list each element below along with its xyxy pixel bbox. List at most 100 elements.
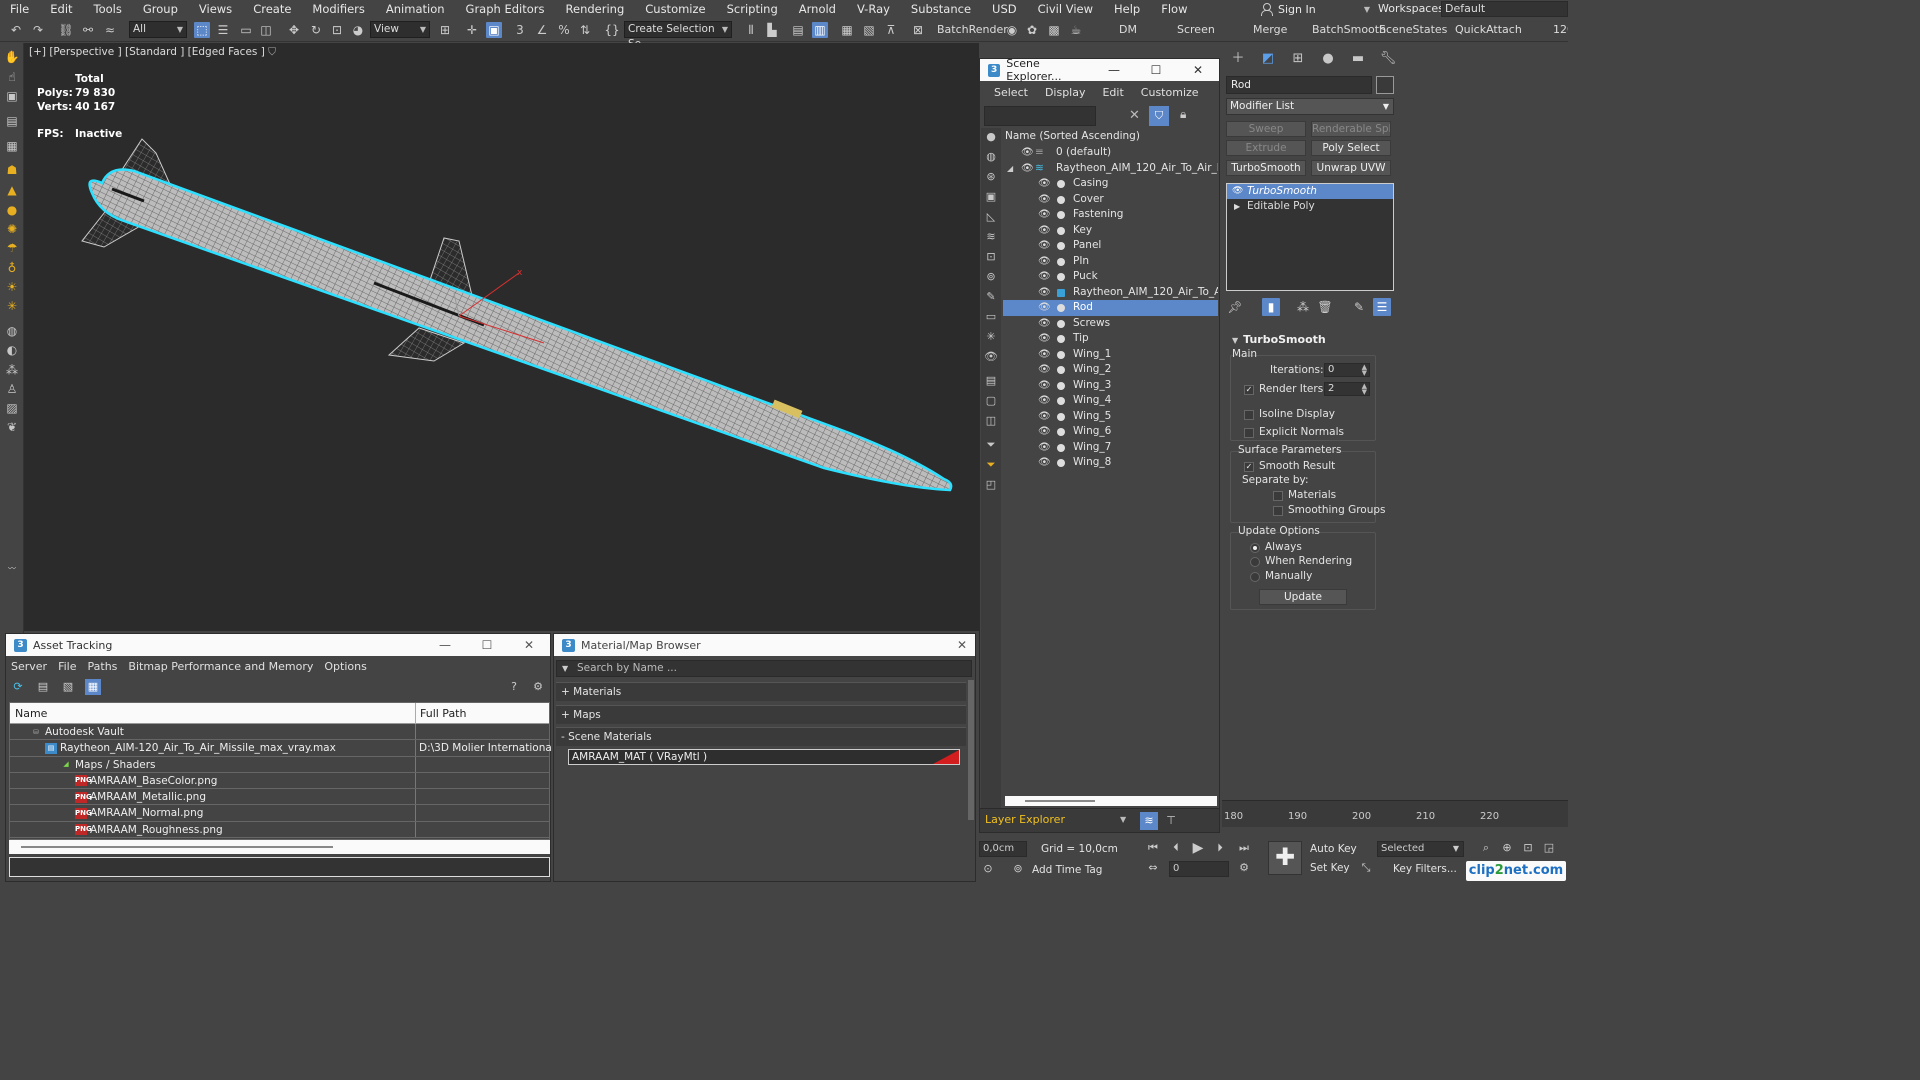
asset-table-row[interactable]: ▤ Raytheon_AIM-120_Air_To_Air_Missile_max… bbox=[10, 740, 551, 757]
eye-icon[interactable]: 👁︎ bbox=[1038, 440, 1051, 456]
minimize-icon[interactable]: — bbox=[1093, 63, 1135, 77]
eye-icon[interactable]: 👁︎ bbox=[1038, 238, 1051, 254]
scene-tree-header[interactable]: Name (Sorted Ascending) bbox=[1003, 128, 1218, 145]
pivot-center-icon[interactable]: ⊞ bbox=[437, 22, 453, 38]
scene-tree-row[interactable]: 👁︎ Panel bbox=[1003, 238, 1218, 254]
explicit-normals-checkbox[interactable] bbox=[1244, 428, 1254, 438]
motion-tab-icon[interactable]: ● bbox=[1318, 50, 1338, 68]
auto-key-button[interactable]: Auto Key bbox=[1310, 843, 1357, 855]
scenestates-button[interactable]: SceneStates bbox=[1379, 22, 1447, 38]
zoom-icon[interactable]: ⌕ bbox=[1479, 841, 1493, 855]
play-icon[interactable]: ▶ bbox=[1191, 840, 1205, 856]
help-icon[interactable]: ? bbox=[506, 679, 522, 695]
minimize-icon[interactable]: — bbox=[424, 638, 466, 652]
scale-icon[interactable]: ⊡ bbox=[329, 22, 345, 38]
select-none-icon[interactable]: ▢ bbox=[984, 394, 998, 408]
spinner-snap-icon[interactable]: ⇅ bbox=[577, 22, 593, 38]
expand-triangle-icon[interactable]: ▶ bbox=[1234, 199, 1240, 214]
menu-modifiers[interactable]: Modifiers bbox=[302, 0, 376, 18]
camera-icon[interactable]: ▣ bbox=[4, 89, 20, 103]
menu-rendering[interactable]: Rendering bbox=[556, 0, 636, 18]
display-tab-icon[interactable]: ▬ bbox=[1348, 50, 1368, 68]
eye-icon[interactable]: 👁︎ bbox=[1038, 409, 1051, 425]
align-icon[interactable]: ▙ bbox=[764, 22, 780, 38]
menu-create[interactable]: Create bbox=[243, 0, 302, 18]
category-materials[interactable]: + Materials bbox=[556, 682, 966, 701]
highlight-filter-icon[interactable]: ⏷ bbox=[984, 458, 998, 472]
window-crossing-icon[interactable]: ◫ bbox=[258, 22, 274, 38]
filter-icon[interactable]: ⛉ bbox=[1149, 106, 1169, 126]
time-configuration-icon[interactable]: ⚙︎ bbox=[1237, 861, 1251, 874]
eye-icon[interactable]: 👁︎ bbox=[1038, 192, 1051, 208]
scene-tree-row[interactable]: 👁︎ Tip bbox=[1003, 331, 1218, 347]
previous-frame-icon[interactable]: ⏴ bbox=[1169, 841, 1183, 855]
screen-button[interactable]: Screen bbox=[1177, 22, 1215, 38]
figure-icon[interactable]: ♙ bbox=[4, 382, 20, 396]
render-iters-checkbox[interactable]: ✓ bbox=[1244, 385, 1254, 395]
category-maps[interactable]: + Maps bbox=[556, 705, 966, 724]
batchrender-button[interactable]: BatchRender bbox=[937, 22, 1008, 38]
material-browser-titlebar[interactable]: 3 Material/Map Browser ✕ bbox=[554, 634, 975, 656]
scene-tree-row[interactable]: 👁︎ Fastening bbox=[1003, 207, 1218, 223]
hierarchy-tab-icon[interactable]: ⊞ bbox=[1288, 50, 1308, 68]
keyboard-shortcut-override-icon[interactable]: ▣ bbox=[486, 22, 502, 38]
bones-filter-icon[interactable]: ▭ bbox=[984, 310, 998, 324]
sphere-icon[interactable]: ● bbox=[4, 203, 20, 217]
asset-menu-options[interactable]: Options bbox=[324, 660, 366, 673]
scene-tree-row[interactable]: 👁︎ Key bbox=[1003, 223, 1218, 239]
menu-graph-editors[interactable]: Graph Editors bbox=[456, 0, 556, 18]
eye-icon[interactable]: 👁︎ bbox=[1232, 184, 1243, 199]
helpers-filter-icon[interactable]: ≋ bbox=[984, 230, 998, 244]
add-time-tag-button[interactable]: Add Time Tag bbox=[1032, 864, 1102, 876]
key-filters-button[interactable]: Key Filters... bbox=[1393, 863, 1457, 875]
next-frame-icon[interactable]: ⏵ bbox=[1213, 841, 1227, 855]
set-key-big-icon[interactable]: ✚ bbox=[1268, 841, 1302, 875]
materials-checkbox[interactable] bbox=[1273, 491, 1283, 501]
missile-wireframe-model[interactable]: x bbox=[24, 43, 979, 631]
eye-icon[interactable]: 👁︎ bbox=[1021, 145, 1034, 161]
menu-help[interactable]: Help bbox=[1104, 0, 1151, 18]
create-tab-icon[interactable]: ＋ bbox=[1228, 50, 1248, 68]
scene-tree-row[interactable]: 👁︎ Wing_6 bbox=[1003, 424, 1218, 440]
clear-search-icon[interactable]: ✕ bbox=[1129, 108, 1140, 123]
select-all-icon[interactable]: ▤ bbox=[984, 374, 998, 388]
set-key-button[interactable]: Set Key bbox=[1310, 862, 1350, 874]
containers-filter-icon[interactable]: ✳ bbox=[984, 330, 998, 344]
asset-table-row[interactable]: ◢ Maps / Shaders bbox=[10, 756, 549, 773]
make-unique-icon[interactable]: ⁂ bbox=[1294, 298, 1312, 316]
undo-icon[interactable]: ↶ bbox=[8, 22, 24, 38]
asset-table-row[interactable]: ⛁ Autodesk Vault bbox=[10, 724, 549, 741]
poly-select-button[interactable]: Poly Select bbox=[1311, 140, 1391, 156]
eye-icon[interactable]: 👁︎ bbox=[1038, 393, 1051, 409]
sign-in-menu[interactable]: Sign In ▼ bbox=[1260, 0, 1370, 18]
eye-icon[interactable]: 👁︎ bbox=[1038, 285, 1051, 301]
spacewarps-filter-icon[interactable]: ⊡ bbox=[984, 250, 998, 264]
turbosmooth-button[interactable]: TurboSmooth bbox=[1226, 160, 1306, 176]
asset-horizontal-scrollbar[interactable] bbox=[9, 840, 550, 854]
maximize-icon[interactable]: ☐ bbox=[1135, 63, 1177, 77]
menu-customize[interactable]: Customize bbox=[635, 0, 716, 18]
eye-icon[interactable]: 👁︎ bbox=[1038, 424, 1051, 440]
cone-icon[interactable]: ▲ bbox=[4, 183, 20, 197]
link-icon[interactable]: ⛓ bbox=[58, 22, 74, 38]
smoothing-groups-checkbox[interactable] bbox=[1273, 506, 1283, 516]
menu-tools[interactable]: Tools bbox=[84, 0, 133, 18]
menu-flow[interactable]: Flow bbox=[1151, 0, 1198, 18]
render-setup-icon[interactable]: ◉ bbox=[1004, 22, 1020, 38]
refresh-icon[interactable]: ⟳ bbox=[10, 679, 26, 695]
select-manipulate-icon[interactable]: ✛ bbox=[464, 22, 480, 38]
thumbnail-view-icon[interactable]: ▧ bbox=[60, 679, 76, 695]
reference-coordinate-dropdown[interactable]: View ▼ bbox=[370, 21, 430, 38]
scene-tree-row[interactable]: 👁︎ Wing_3 bbox=[1003, 378, 1218, 394]
light-icon[interactable]: ☗ bbox=[4, 163, 20, 177]
rotate-icon[interactable]: ↻ bbox=[308, 22, 324, 38]
menu-civil-view[interactable]: Civil View bbox=[1028, 0, 1104, 18]
percent-snap-icon[interactable]: % bbox=[556, 22, 572, 38]
scene-menu-edit[interactable]: Edit bbox=[1102, 86, 1123, 99]
rect-selection-icon[interactable]: ▭ bbox=[238, 22, 254, 38]
scene-explorer-titlebar[interactable]: 3 Scene Explorer... — ☐ ✕ bbox=[980, 57, 1219, 83]
eye-icon[interactable]: 👁︎ bbox=[1038, 207, 1051, 223]
collapse-triangle-icon[interactable]: ◢ bbox=[1007, 161, 1013, 177]
scene-tree-row-default-layer[interactable]: 👁︎ ≡ 0 (default) bbox=[1003, 145, 1218, 161]
modify-tab-icon[interactable]: ◩ bbox=[1258, 50, 1278, 68]
